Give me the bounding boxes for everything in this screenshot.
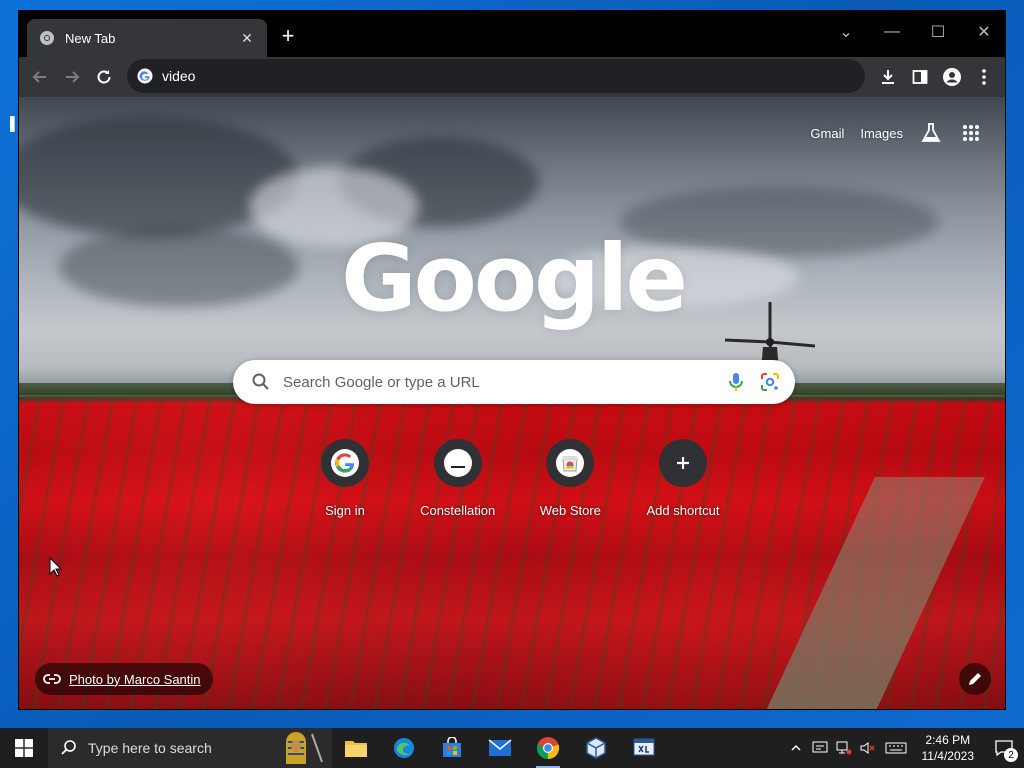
chevron-up-icon <box>790 744 801 751</box>
shortcut-sign-in[interactable]: Sign in <box>289 439 401 518</box>
taskbar-search[interactable]: Type here to search <box>48 728 332 768</box>
network-icon <box>836 741 851 755</box>
shortcut-label: Sign in <box>325 503 365 518</box>
pencil-icon <box>969 673 981 685</box>
virtualbox-icon <box>586 737 606 759</box>
mail-icon <box>488 739 512 756</box>
download-icon <box>882 70 894 84</box>
new-tab-page: Gmail Images Google Search Google or typ… <box>19 97 1005 709</box>
shortcut-constellation[interactable]: Constellation <box>402 439 514 518</box>
taskbar-edge[interactable] <box>380 728 428 768</box>
chrome-favicon-icon <box>40 31 54 45</box>
link-icon <box>43 674 61 684</box>
search-box[interactable]: Search Google or type a URL <box>233 360 795 404</box>
arrow-left-icon <box>32 71 46 83</box>
maximize-button[interactable]: ☐ <box>915 17 961 47</box>
taskbar-virtualbox[interactable] <box>572 728 620 768</box>
customize-button[interactable] <box>959 663 991 695</box>
tray-volume-icon[interactable] <box>856 728 880 768</box>
profile-icon <box>943 68 961 86</box>
chrome-icon <box>536 737 560 760</box>
back-button[interactable] <box>28 65 52 89</box>
edge-icon <box>394 738 414 758</box>
address-input[interactable] <box>162 68 865 84</box>
shortcut-label: Web Store <box>539 503 601 518</box>
tab-search-icon[interactable]: ⌄ <box>823 17 869 47</box>
arrow-right-icon <box>66 71 80 83</box>
images-link[interactable]: Images <box>860 126 903 141</box>
apps-button[interactable] <box>959 121 983 145</box>
minimize-button[interactable]: — <box>869 17 915 47</box>
gmail-link[interactable]: Gmail <box>810 126 844 141</box>
show-hidden-icons[interactable] <box>784 728 808 768</box>
google-lens-icon[interactable] <box>759 371 781 393</box>
mouse-cursor-icon <box>49 557 63 577</box>
taskbar-file-explorer[interactable] <box>332 728 380 768</box>
photo-credit-link[interactable]: Photo by Marco Santin <box>35 663 213 695</box>
keyboard-icon <box>885 742 906 754</box>
app-xp-icon <box>633 738 655 756</box>
volume-muted-icon <box>860 742 875 754</box>
top-links: Gmail Images <box>810 121 983 145</box>
menu-button[interactable] <box>972 65 996 89</box>
google-logo: Google <box>341 225 688 332</box>
taskbar-chrome[interactable] <box>524 728 572 768</box>
google-g-icon <box>335 453 355 473</box>
search-highlight-icon <box>286 732 323 764</box>
flask-icon <box>921 123 941 142</box>
reload-button[interactable] <box>92 65 116 89</box>
shortcuts: Sign in Constellation Web Store Add shor… <box>289 439 739 518</box>
kebab-menu-icon <box>982 69 986 85</box>
taskbar-store[interactable] <box>428 728 476 768</box>
notification-center-button[interactable]: 2 <box>984 728 1024 768</box>
side-panel-icon <box>912 70 928 84</box>
taskbar-xp-app[interactable] <box>620 728 668 768</box>
file-explorer-icon <box>345 741 367 757</box>
tray-device-icon[interactable] <box>808 728 832 768</box>
shortcut-add[interactable]: Add shortcut <box>627 439 739 518</box>
shortcut-label: Add shortcut <box>646 503 720 518</box>
plus-icon <box>676 457 689 469</box>
constellation-icon <box>450 466 465 468</box>
tray-keyboard-icon[interactable] <box>880 728 912 768</box>
shortcut-label: Constellation <box>420 503 496 518</box>
side-panel-button[interactable] <box>908 65 932 89</box>
store-icon <box>443 737 461 757</box>
tab-close-icon[interactable]: ✕ <box>239 30 255 46</box>
device-icon <box>812 741 827 753</box>
notification-count: 2 <box>1004 748 1018 762</box>
tab-title: New Tab <box>65 30 116 46</box>
microphone-icon[interactable] <box>725 371 747 393</box>
shortcut-web-store[interactable]: Web Store <box>514 439 626 518</box>
search-icon <box>252 373 269 390</box>
tray-network-icon[interactable] <box>832 728 856 768</box>
taskbar: Type here to search 2:46 PM 11/4/2023 2 <box>0 728 1024 768</box>
chrome-window: New Tab ✕ + ⌄ — ☐ ✕ video Gmail Images G… <box>18 10 1006 710</box>
new-tab-button[interactable]: + <box>277 25 299 47</box>
search-placeholder: Search Google or type a URL <box>283 373 480 391</box>
tab-new-tab[interactable]: New Tab ✕ <box>27 19 267 57</box>
downloads-button[interactable] <box>876 65 900 89</box>
taskbar-mail[interactable] <box>476 728 524 768</box>
reload-icon <box>97 70 111 84</box>
taskbar-search-placeholder: Type here to search <box>88 740 212 756</box>
windows-logo-icon <box>15 739 33 757</box>
close-window-button[interactable]: ✕ <box>961 17 1005 47</box>
clock[interactable]: 2:46 PM 11/4/2023 <box>912 732 985 764</box>
toolbar <box>19 57 1005 97</box>
web-store-icon <box>562 456 578 472</box>
profile-button[interactable] <box>940 65 964 89</box>
apps-grid-icon <box>963 125 979 141</box>
clock-date: 11/4/2023 <box>921 749 975 763</box>
labs-button[interactable] <box>919 121 943 145</box>
clock-time: 2:46 PM <box>925 733 971 747</box>
search-icon <box>61 740 76 755</box>
start-button[interactable] <box>0 728 48 768</box>
address-bar[interactable] <box>127 59 865 93</box>
google-g-icon <box>137 68 153 84</box>
forward-button[interactable] <box>60 65 84 89</box>
photo-credit-text: Photo by Marco Santin <box>69 671 201 687</box>
system-tray: 2:46 PM 11/4/2023 2 <box>784 728 1024 768</box>
tab-strip: New Tab ✕ + ⌄ — ☐ ✕ <box>19 11 1005 57</box>
